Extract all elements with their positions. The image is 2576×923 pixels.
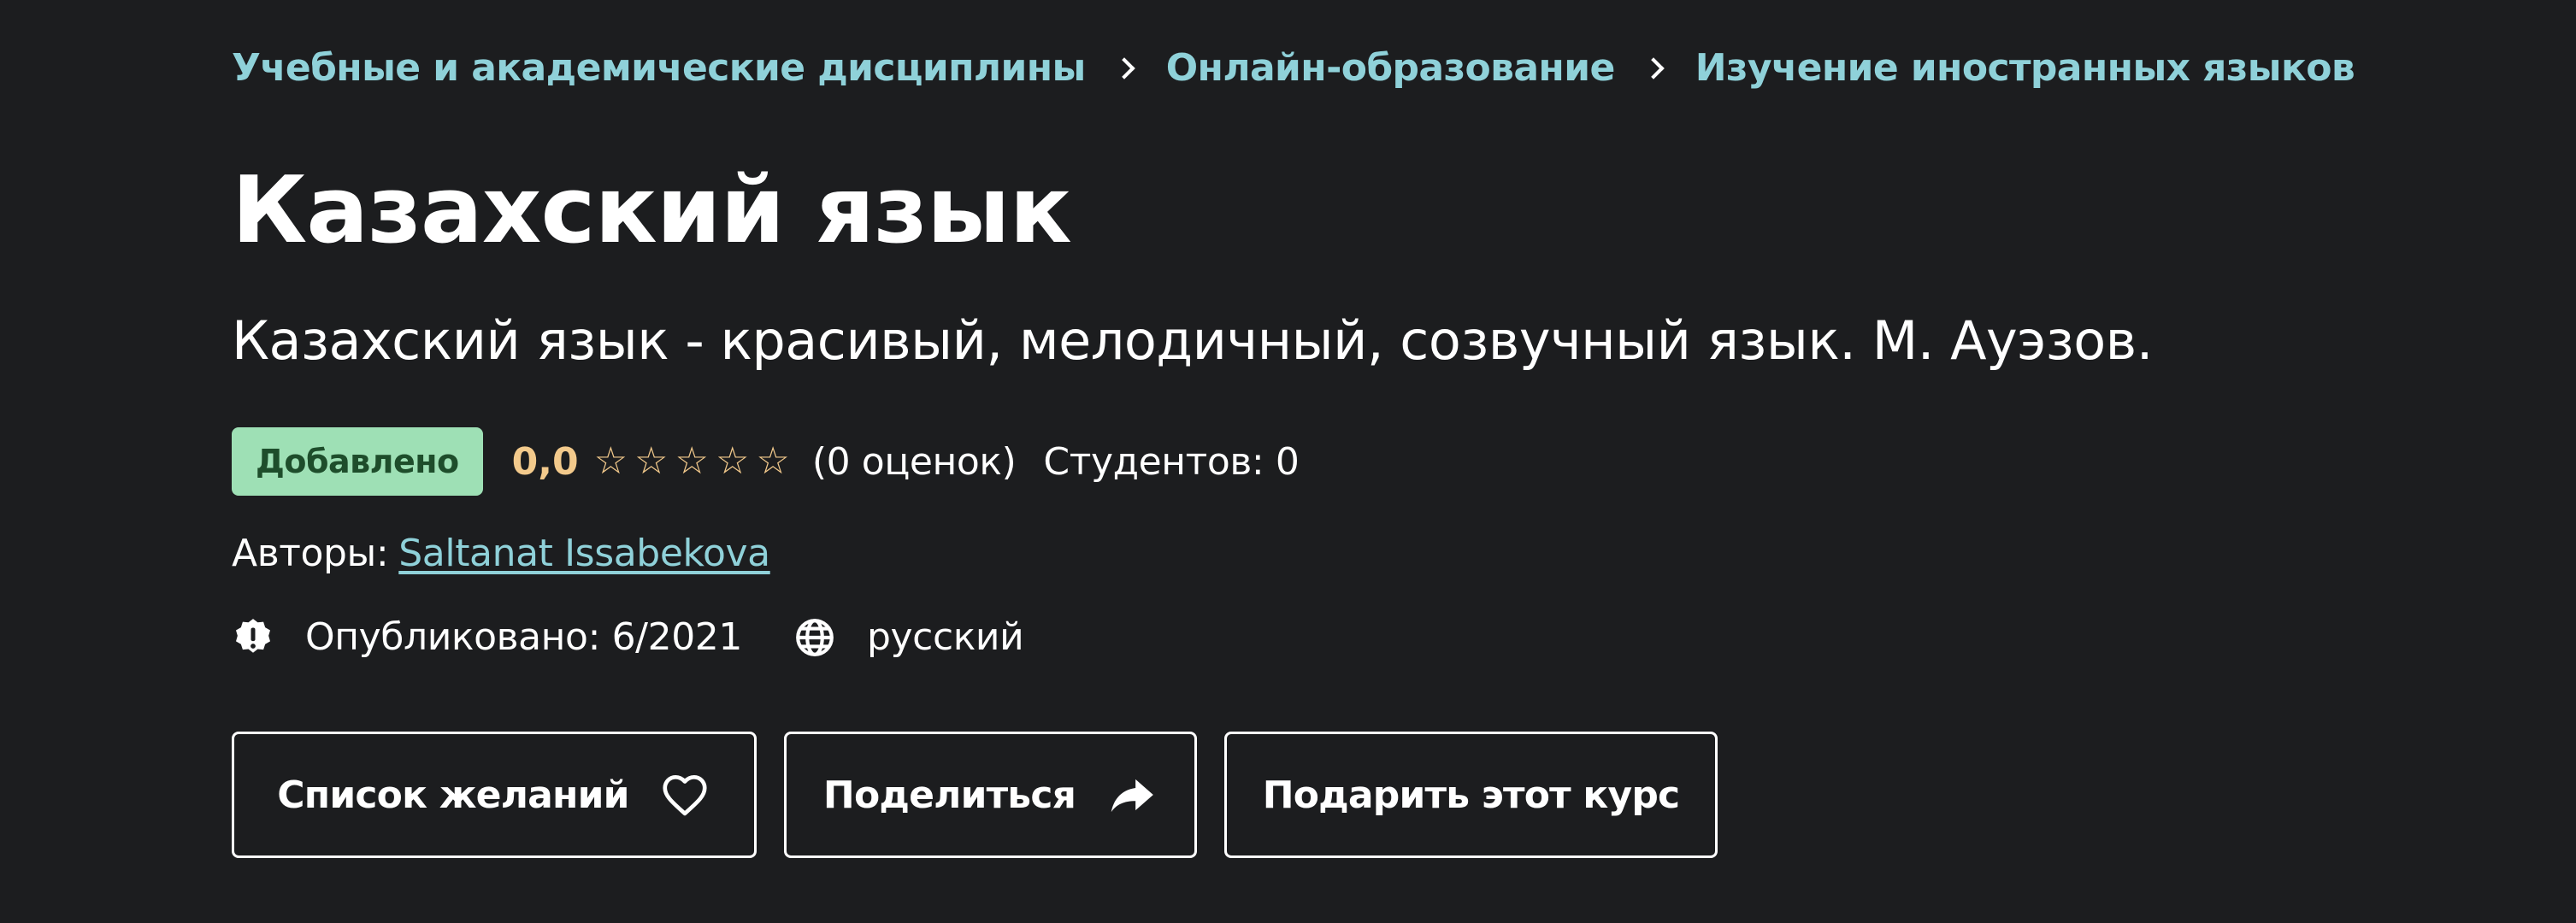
heart-icon	[658, 768, 711, 821]
authors-label: Авторы:	[232, 532, 389, 575]
course-subtitle: Казахский язык - красивый, мелодичный, с…	[232, 309, 2153, 372]
share-button[interactable]: Поделиться	[784, 732, 1197, 858]
rating-row: Добавлено 0,0 ☆ ☆ ☆ ☆ ☆ (0 оценок) Студе…	[232, 427, 1300, 496]
course-title: Казахский язык	[232, 157, 1072, 264]
star-outline-icon: ☆	[593, 439, 628, 483]
star-outline-icon: ☆	[634, 439, 669, 483]
breadcrumb: Учебные и академические дисциплины Онлай…	[232, 46, 2355, 90]
wishlist-button[interactable]: Список желаний	[232, 732, 757, 858]
author-link[interactable]: Saltanat Issabekova	[398, 532, 770, 575]
language-info: русский	[793, 615, 1024, 659]
star-rating: ☆ ☆ ☆ ☆ ☆	[594, 443, 797, 480]
meta-row: Опубликовано: 6/2021 русский	[232, 615, 1075, 659]
breadcrumb-item-online-education[interactable]: Онлайн-образование	[1166, 46, 1616, 90]
share-arrow-icon	[1105, 768, 1158, 821]
students-count: Студентов: 0	[1043, 439, 1300, 484]
star-outline-icon: ☆	[675, 439, 709, 483]
published-date: Опубликовано: 6/2021	[305, 615, 742, 659]
rating-count[interactable]: (0 оценок)	[812, 440, 1017, 484]
authors: Авторы: Saltanat Issabekova	[232, 532, 770, 575]
chevron-right-icon	[1642, 56, 1665, 79]
published-info: Опубликовано: 6/2021	[232, 615, 742, 659]
breadcrumb-item-foreign-languages[interactable]: Изучение иностранных языков	[1695, 46, 2355, 90]
action-buttons: Список желаний Поделиться Подарить этот …	[232, 732, 1745, 858]
share-label: Поделиться	[822, 773, 1076, 817]
star-outline-icon: ☆	[756, 439, 790, 483]
wishlist-label: Список желаний	[277, 773, 629, 817]
gift-course-button[interactable]: Подарить этот курс	[1224, 732, 1718, 858]
alert-badge-icon	[232, 616, 274, 659]
star-outline-icon: ☆	[715, 439, 750, 483]
rating-value: 0,0	[511, 439, 579, 484]
globe-icon	[793, 616, 836, 659]
chevron-right-icon	[1113, 56, 1135, 79]
breadcrumb-item-academics[interactable]: Учебные и академические дисциплины	[232, 46, 1086, 90]
gift-label: Подарить этот курс	[1262, 773, 1680, 817]
status-badge: Добавлено	[232, 427, 483, 496]
course-language: русский	[866, 615, 1024, 659]
